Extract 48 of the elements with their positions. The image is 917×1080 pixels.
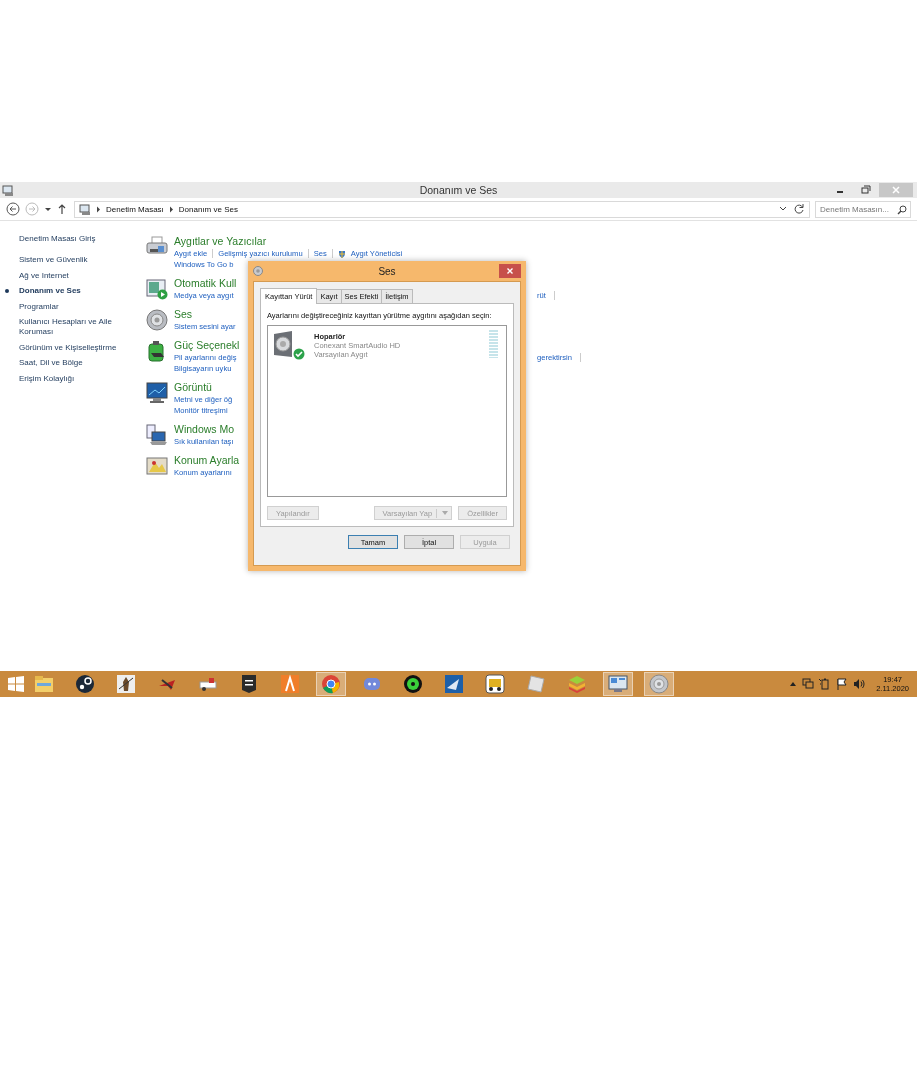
window-title: Donanım ve Ses xyxy=(419,184,498,196)
caret-up-icon[interactable] xyxy=(789,681,798,687)
laptop-icon[interactable] xyxy=(146,424,168,446)
breadcrumb[interactable]: Denetim Masası xyxy=(106,204,164,214)
battery-icon[interactable] xyxy=(819,678,832,690)
category-title[interactable]: Aygıtlar ve Yazıcılar xyxy=(174,235,267,248)
sidebar-item[interactable]: Kullanıcı Hesapları ve Aile Koruması xyxy=(19,317,124,337)
address-bar[interactable]: Denetim Masası Donanım ve Ses xyxy=(74,200,810,218)
back-icon[interactable] xyxy=(6,202,20,216)
sidebar-item[interactable]: Görünüm ve Kişiselleştirme xyxy=(19,342,124,353)
category-title[interactable]: Windows Mo xyxy=(174,423,235,436)
chevron-icon xyxy=(168,205,174,213)
category-title[interactable]: Görüntü xyxy=(174,381,212,394)
category-title[interactable]: Otomatik Kull xyxy=(174,277,237,290)
volume-icon[interactable] xyxy=(853,678,866,690)
category-title[interactable]: Güç Seçenekl xyxy=(174,339,240,352)
network-icon[interactable] xyxy=(802,678,815,690)
windows-logo-icon[interactable] xyxy=(8,676,24,692)
chevron-icon xyxy=(96,205,101,213)
speaker-icon[interactable] xyxy=(146,309,168,331)
category-title[interactable]: Konum Ayarla xyxy=(174,454,240,467)
refresh-icon[interactable] xyxy=(793,203,805,215)
search-field[interactable]: Denetim Masasın... xyxy=(815,200,911,218)
search-icon xyxy=(897,204,907,215)
sidebar-item[interactable]: Sistem ve Güvenlik xyxy=(19,255,124,265)
close-icon[interactable] xyxy=(499,264,521,278)
speaker-icon xyxy=(253,266,263,276)
flag-icon[interactable] xyxy=(836,678,849,690)
monitor-icon[interactable] xyxy=(146,382,168,404)
control-panel-icon[interactable] xyxy=(603,672,633,696)
control-panel-icon xyxy=(2,184,14,196)
caret-icon[interactable] xyxy=(44,205,52,213)
sidebar-item[interactable]: Denetim Masası Giriş xyxy=(19,234,124,244)
dialog-title: Ses xyxy=(378,265,396,277)
dropdown-icon[interactable] xyxy=(778,205,788,213)
sidebar-item[interactable]: Programlar xyxy=(19,301,124,312)
autoplay-icon[interactable] xyxy=(146,278,168,300)
sidebar-item[interactable]: Erişim Kolaylığı xyxy=(19,373,124,384)
up-arrow-icon[interactable] xyxy=(57,203,67,215)
sidebar-item[interactable]: Ağ ve Internet xyxy=(19,270,124,281)
breadcrumb[interactable]: Donanım ve Ses xyxy=(178,204,238,214)
sidebar-item[interactable]: Saat, Dil ve Bölge xyxy=(19,358,124,368)
bullet-icon xyxy=(5,289,9,293)
category-title[interactable]: Ses xyxy=(174,308,193,321)
control-panel-icon xyxy=(79,203,91,215)
sidebar-item[interactable]: Donanım ve Ses xyxy=(19,286,124,296)
chrome-icon[interactable] xyxy=(316,672,346,696)
map-icon[interactable] xyxy=(146,455,168,477)
